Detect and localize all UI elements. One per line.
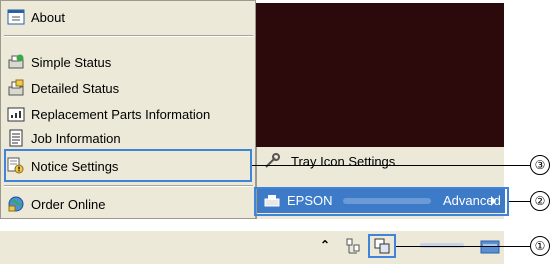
highlight-epson-item — [254, 187, 509, 216]
callout-leader-1 — [396, 246, 530, 247]
show-hidden-icons-chevron-icon[interactable]: ⌃ — [320, 238, 330, 252]
job-information-icon — [7, 129, 25, 147]
menu-item-replacement-parts[interactable]: Replacement Parts Information — [7, 104, 210, 124]
show-desktop-icon[interactable] — [480, 240, 500, 254]
menu-item-order-online[interactable]: Order Online — [7, 194, 105, 214]
highlight-tray-icon — [368, 234, 396, 258]
menu-separator — [4, 185, 253, 187]
callout-2: ② — [530, 191, 550, 211]
callout-leader-2 — [509, 201, 530, 202]
menu-item-label: Detailed Status — [31, 80, 120, 96]
menu-item-label: Order Online — [31, 196, 106, 212]
menu-item-about[interactable]: About — [7, 7, 65, 27]
replacement-parts-icon — [7, 105, 25, 123]
menu-item-tray-icon-settings[interactable]: Tray Icon Settings — [263, 151, 395, 171]
order-online-icon — [7, 195, 25, 213]
network-icon[interactable] — [345, 237, 361, 255]
about-window-icon — [7, 8, 25, 26]
menu-item-label: Tray Icon Settings — [291, 153, 396, 169]
menu-item-label: Job Information — [31, 130, 121, 146]
highlight-notice-settings — [4, 149, 252, 182]
callout-3: ③ — [530, 155, 550, 175]
desktop-background — [256, 3, 504, 147]
menu-item-job-information[interactable]: Job Information — [7, 128, 121, 148]
menu-item-label: About — [31, 9, 65, 25]
detailed-status-icon — [7, 79, 25, 97]
tray-settings-icon — [263, 152, 281, 170]
menu-item-simple-status[interactable]: Simple Status — [7, 52, 111, 72]
simple-status-icon — [7, 53, 25, 71]
taskbar-tray: ⌃ — [0, 230, 504, 264]
callout-1: ① — [530, 236, 550, 256]
menu-item-label: Replacement Parts Information — [31, 106, 211, 122]
callout-leader-3 — [252, 165, 530, 166]
context-menu: About Simple Status Detailed Status Repl… — [0, 0, 256, 219]
menu-separator — [4, 35, 253, 37]
menu-item-label: Simple Status — [31, 54, 112, 70]
menu-item-detailed-status[interactable]: Detailed Status — [7, 78, 119, 98]
